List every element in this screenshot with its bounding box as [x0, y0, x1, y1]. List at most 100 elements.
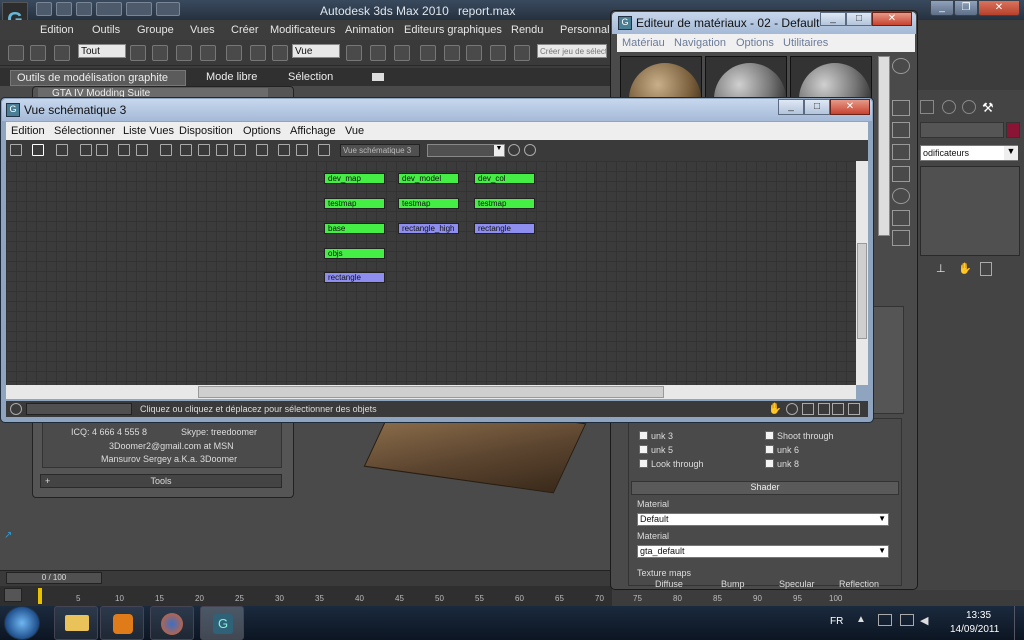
schematic-node[interactable]: dev_col: [474, 173, 535, 184]
show-desktop-button[interactable]: [1014, 606, 1024, 640]
select-object-icon[interactable]: [130, 45, 146, 61]
sv-menu-affichage[interactable]: Affichage: [290, 125, 336, 137]
undo-icon[interactable]: [96, 2, 122, 16]
schematic-node[interactable]: objs: [324, 248, 385, 259]
selection-filter-dropdown[interactable]: Tout: [78, 44, 126, 58]
arrange-selected-icon[interactable]: [198, 144, 210, 156]
menu-options[interactable]: Options: [736, 37, 774, 49]
select-by-name-icon[interactable]: [152, 45, 168, 61]
schematic-node[interactable]: rectangle: [474, 223, 535, 234]
max-minimize-button[interactable]: _: [930, 0, 954, 16]
sv-menu-liste-vues[interactable]: Liste Vues: [123, 125, 174, 137]
pivot-icon[interactable]: [346, 45, 362, 61]
tab-graphite-modeling[interactable]: Outils de modélisation graphite: [10, 70, 186, 86]
snap-3d-icon[interactable]: [420, 45, 436, 61]
schematic-node[interactable]: dev_map: [324, 173, 385, 184]
time-slider-thumb[interactable]: 0 / 100: [6, 572, 102, 584]
backlight-icon[interactable]: [892, 100, 910, 116]
named-selection-input[interactable]: [537, 44, 607, 58]
menu-editeurs-graphiques[interactable]: Editeurs graphiques: [404, 24, 502, 36]
options-icon[interactable]: [892, 210, 910, 226]
start-button[interactable]: [4, 606, 40, 640]
sv-menu-selectionner[interactable]: Sélectionner: [54, 125, 115, 137]
media-player-taskbar-icon[interactable]: [100, 606, 144, 640]
volume-icon[interactable]: ◀: [920, 614, 934, 627]
zoom-extents-icon[interactable]: [818, 403, 830, 415]
material-select-1[interactable]: Default: [637, 513, 889, 526]
move-icon[interactable]: [226, 45, 242, 61]
action-center-icon[interactable]: [878, 614, 892, 626]
unlink-selected-icon[interactable]: [80, 144, 92, 156]
network-icon[interactable]: [900, 614, 914, 626]
references-mode-icon[interactable]: [136, 144, 148, 156]
scale-icon[interactable]: [272, 45, 288, 61]
ribbon-expand-icon[interactable]: [372, 73, 384, 81]
time-slider[interactable]: 0 / 100: [0, 570, 612, 586]
preferences-icon[interactable]: [318, 144, 330, 156]
chevron-down-icon[interactable]: ▼: [1004, 146, 1018, 160]
arrange-children-icon[interactable]: [180, 144, 192, 156]
explorer-taskbar-icon[interactable]: [54, 606, 98, 640]
firefox-taskbar-icon[interactable]: [150, 606, 194, 640]
object-color-swatch[interactable]: [1006, 122, 1020, 138]
pin-stack-icon[interactable]: ⊥: [936, 262, 948, 276]
schematic-node[interactable]: rectangle_high: [398, 223, 459, 234]
angle-snap-icon[interactable]: [444, 45, 460, 61]
move-children-icon[interactable]: [256, 144, 268, 156]
vertical-scroll-thumb[interactable]: [857, 243, 867, 339]
flag-checkbox-unk5[interactable]: [639, 445, 648, 454]
material-editor-close-button[interactable]: ✕: [872, 12, 912, 26]
schematic-horizontal-scrollbar[interactable]: [6, 385, 856, 399]
rectangular-selection-icon[interactable]: [176, 45, 192, 61]
schematic-node[interactable]: testmap: [474, 198, 535, 209]
schematic-app-icon[interactable]: G: [6, 103, 20, 117]
modifier-stack[interactable]: [920, 166, 1020, 256]
expand-selected-icon[interactable]: [278, 144, 290, 156]
schematic-node[interactable]: testmap: [398, 198, 459, 209]
flag-checkbox-unk8[interactable]: [765, 459, 774, 468]
sample-uv-tiling-icon[interactable]: [892, 144, 910, 160]
make-preview-icon[interactable]: [892, 188, 910, 204]
schematic-close-button[interactable]: ✕: [830, 99, 870, 115]
delete-objects-icon[interactable]: [96, 144, 108, 156]
menu-animation[interactable]: Animation: [345, 24, 394, 36]
tools-rollout[interactable]: + Tools: [40, 474, 282, 488]
create-tab-icon[interactable]: [920, 100, 934, 114]
reference-coordinate-dropdown[interactable]: Vue: [292, 44, 340, 58]
show-hidden-icons-icon[interactable]: ▲: [856, 614, 866, 626]
flag-checkbox-unk6[interactable]: [765, 445, 774, 454]
max-restore-button[interactable]: ❐: [954, 0, 978, 16]
menu-rendu[interactable]: Rendu: [511, 24, 543, 36]
spinner-snap-icon[interactable]: [490, 45, 506, 61]
schematic-node[interactable]: base: [324, 223, 385, 234]
schematic-canvas[interactable]: [6, 161, 856, 385]
material-editor-app-icon[interactable]: G: [618, 16, 632, 30]
manipulate-icon[interactable]: [370, 45, 386, 61]
collapse-selected-icon[interactable]: [296, 144, 308, 156]
zoom-icon[interactable]: [786, 403, 798, 415]
pan-hand-icon[interactable]: ✋: [768, 402, 782, 415]
menu-modificateurs[interactable]: Modificateurs: [270, 24, 335, 36]
open-file-icon[interactable]: [56, 2, 72, 16]
mini-curve-editor-icon[interactable]: [4, 588, 22, 602]
schematic-node[interactable]: testmap: [324, 198, 385, 209]
always-arrange-icon[interactable]: [160, 144, 172, 156]
search-field[interactable]: [26, 403, 132, 415]
object-name-field[interactable]: [920, 122, 1004, 138]
project-folder-icon[interactable]: [156, 2, 180, 16]
material-select-2[interactable]: gta_default: [637, 545, 889, 558]
menu-navigation[interactable]: Navigation: [674, 37, 726, 49]
tab-freeform[interactable]: Mode libre: [200, 70, 263, 86]
menu-edition[interactable]: Edition: [40, 24, 74, 36]
utilities-hammer-icon[interactable]: ⚒: [982, 100, 998, 115]
sv-menu-disposition[interactable]: Disposition: [179, 125, 233, 137]
bind-spacewarp-icon[interactable]: [54, 45, 70, 61]
flag-checkbox-shoot-through[interactable]: [765, 431, 774, 440]
sv-menu-edition[interactable]: Edition: [11, 125, 45, 137]
schematic-vertical-scrollbar[interactable]: [856, 161, 868, 385]
horizontal-scroll-thumb[interactable]: [198, 386, 664, 398]
redo-icon[interactable]: [126, 2, 152, 16]
schematic-node[interactable]: rectangle: [324, 272, 385, 283]
search-icon[interactable]: [10, 403, 22, 415]
sv-menu-vue[interactable]: Vue: [345, 125, 364, 137]
